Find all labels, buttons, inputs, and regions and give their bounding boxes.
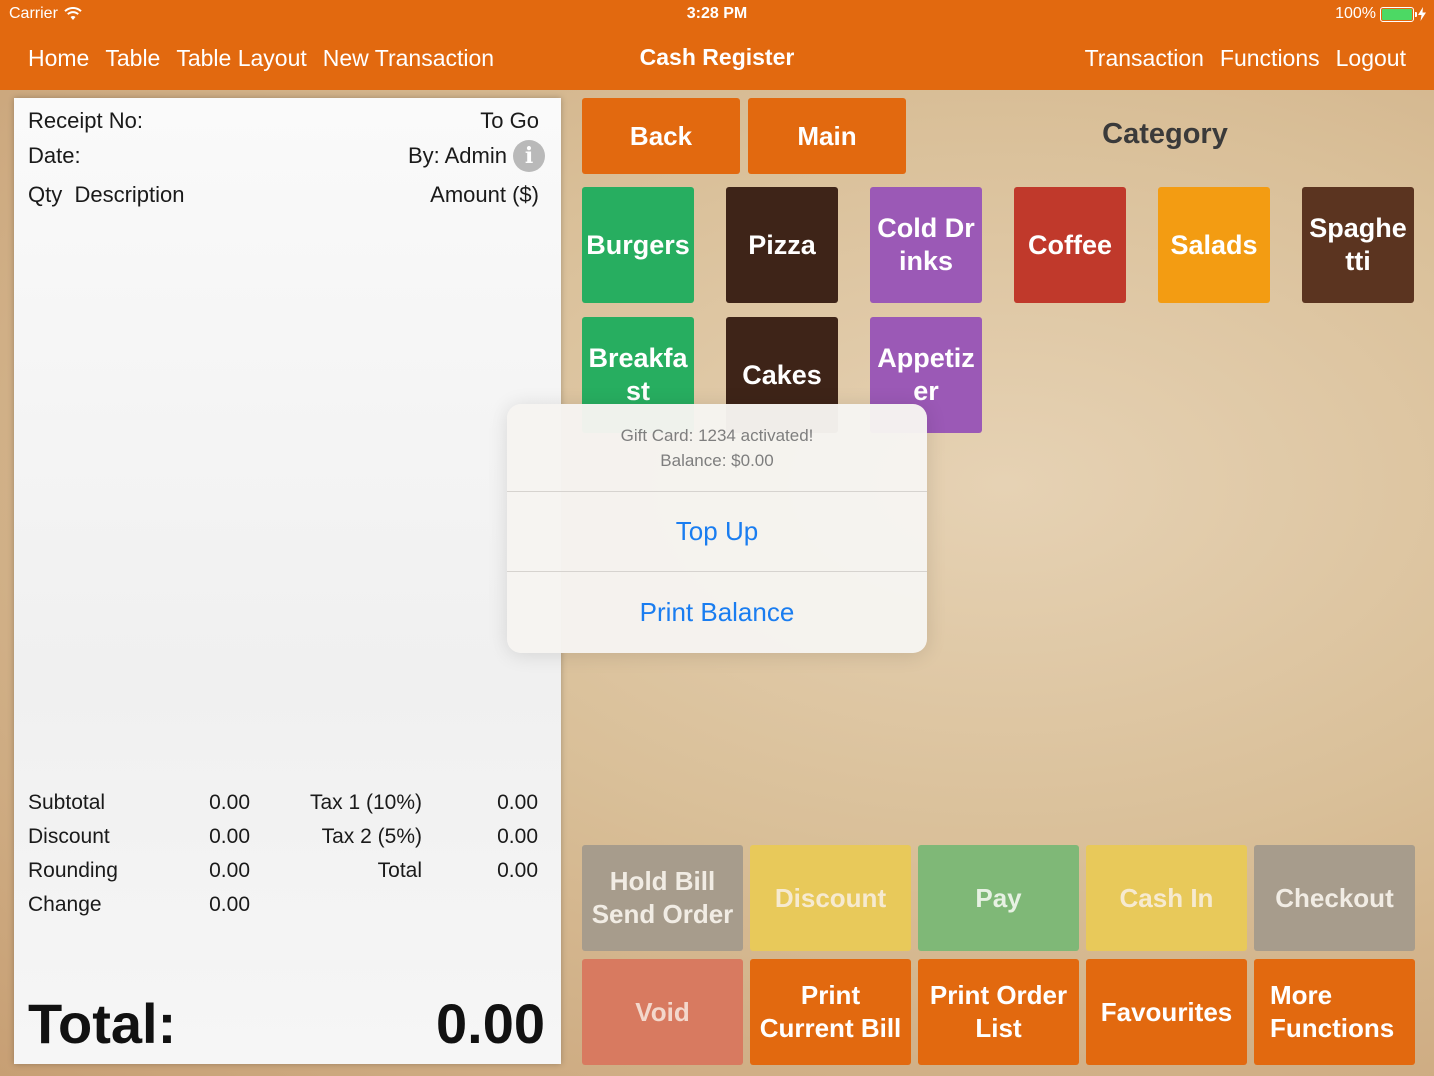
receipt-totals: Subtotal 0.00 Tax 1 (10%) 0.00 Discount …	[28, 786, 548, 922]
status-battery: 100%	[1335, 5, 1426, 23]
subtotal-value: 0.00	[209, 791, 250, 814]
discount-value: 0.00	[209, 825, 250, 848]
checkout-button[interactable]: Checkout	[1254, 845, 1415, 951]
print-current-bill-button[interactable]: Print Current Bill	[750, 959, 911, 1065]
tax1-value: 0.00	[497, 791, 538, 814]
favourites-button[interactable]: Favourites	[1086, 959, 1247, 1065]
back-button[interactable]: Back	[582, 98, 740, 174]
tax2-label: Tax 2 (5%)	[321, 825, 422, 848]
tax2-value: 0.00	[497, 825, 538, 848]
main-button[interactable]: Main	[748, 98, 906, 174]
alert-message-line1: Gift Card: 1234 activated!	[620, 425, 814, 445]
served-by: By: Admin	[407, 143, 507, 168]
cash-in-button[interactable]: Cash In	[1086, 845, 1247, 951]
gift-card-alert: Gift Card: 1234 activated! Balance: $0.0…	[507, 404, 927, 653]
receipt-no-label: Receipt No:	[28, 108, 143, 133]
subtotal-label: Subtotal	[28, 791, 106, 814]
category-cold-drinks[interactable]: Cold Drinks	[870, 187, 982, 303]
receipt-columns: Qty Description Amount ($)	[28, 182, 539, 208]
top-bar: Carrier 3:28 PM 100% Home Table Table La…	[0, 0, 1434, 90]
rounding-value: 0.00	[209, 859, 250, 882]
top-up-button[interactable]: Top Up	[507, 492, 927, 572]
tax1-label: Tax 1 (10%)	[309, 791, 422, 814]
alert-message-line2: Balance: $0.00	[660, 450, 774, 470]
category-salads[interactable]: Salads	[1158, 187, 1270, 303]
grand-total-label: Total:	[28, 992, 177, 1055]
category-heading: Category	[1102, 118, 1228, 150]
category-burgers[interactable]: Burgers	[582, 187, 694, 303]
total-label: Total	[377, 859, 422, 882]
rounding-label: Rounding	[28, 859, 118, 882]
more-functions-button[interactable]: More Functions	[1254, 959, 1415, 1065]
alert-message: Gift Card: 1234 activated! Balance: $0.0…	[507, 404, 927, 492]
category-pizza[interactable]: Pizza	[726, 187, 838, 303]
print-balance-button[interactable]: Print Balance	[507, 572, 927, 652]
receipt-header-row1: Receipt No: To Go	[28, 108, 539, 134]
grand-total: Total: 0.00	[28, 991, 545, 1056]
hold-bill-send-order-button[interactable]: Hold Bill Send Order	[582, 845, 743, 951]
nav-functions[interactable]: Functions	[1220, 45, 1320, 72]
total-value: 0.00	[497, 859, 538, 882]
col-qty: Qty	[28, 182, 63, 207]
change-label: Change	[28, 893, 102, 916]
discount-label: Discount	[28, 825, 110, 848]
void-button[interactable]: Void	[582, 959, 743, 1065]
status-time: 3:28 PM	[686, 5, 748, 22]
nav-logout[interactable]: Logout	[1336, 45, 1406, 72]
print-order-list-button[interactable]: Print Order List	[918, 959, 1079, 1065]
col-amount: Amount ($)	[430, 182, 539, 207]
change-value: 0.00	[209, 893, 250, 916]
category-spaghetti[interactable]: Spaghetti	[1302, 187, 1414, 303]
receipt-panel: Receipt No: To Go Date: By: Admin i Qty …	[14, 98, 561, 1064]
charging-bolt-icon	[1418, 7, 1426, 21]
col-description: Description	[74, 182, 185, 207]
grand-total-value: 0.00	[436, 992, 545, 1055]
date-label: Date:	[28, 143, 81, 168]
nav-right: Transaction Functions Logout	[1085, 45, 1406, 72]
nav-transaction[interactable]: Transaction	[1085, 45, 1204, 72]
info-icon[interactable]: i	[513, 140, 545, 172]
receipt-header-row2: Date: By: Admin i	[28, 140, 545, 172]
pay-button[interactable]: Pay	[918, 845, 1079, 951]
order-type: To Go	[480, 108, 539, 133]
discount-button[interactable]: Discount	[750, 845, 911, 951]
battery-icon	[1380, 6, 1417, 22]
category-coffee[interactable]: Coffee	[1014, 187, 1126, 303]
